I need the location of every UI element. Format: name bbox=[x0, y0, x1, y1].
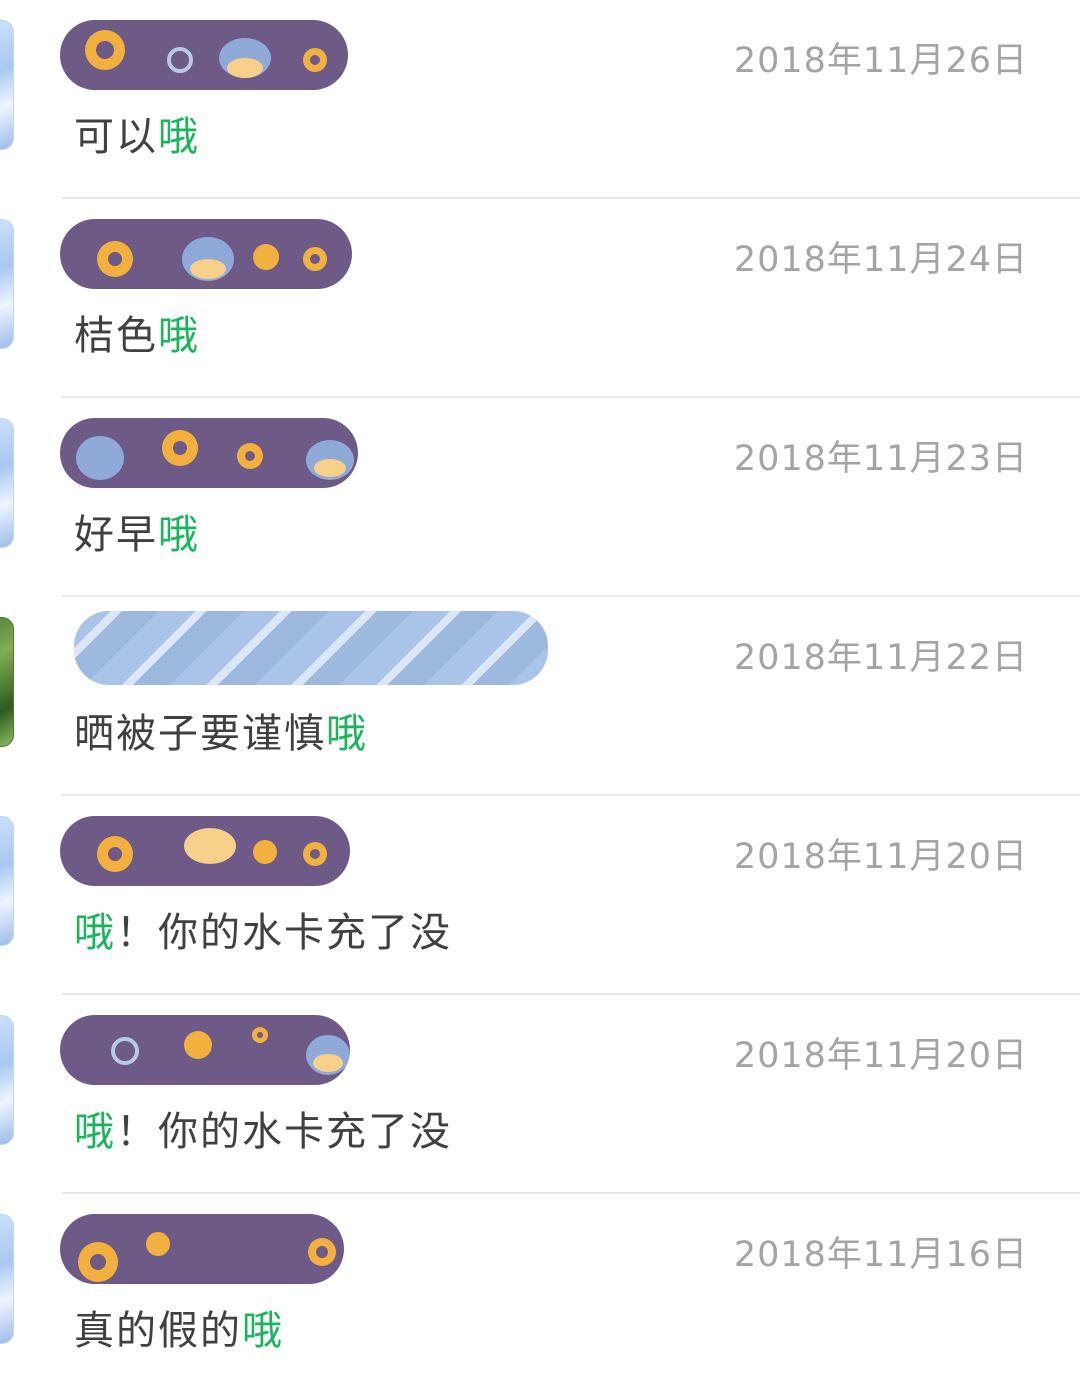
highlight-keyword: 哦 bbox=[74, 910, 116, 956]
redacted-username bbox=[60, 418, 358, 488]
redacted-username bbox=[60, 20, 348, 90]
highlight-keyword: 哦 bbox=[158, 114, 200, 160]
redaction-pattern-icon bbox=[97, 828, 327, 872]
comment-text: 真的假的哦 bbox=[74, 1308, 284, 1354]
comment-row[interactable]: 2018年11月20日 哦！你的水卡充了没 bbox=[0, 995, 1080, 1194]
comment-row[interactable]: 2018年11月22日 晒被子要谨慎哦 bbox=[0, 597, 1080, 796]
comment-text: 桔色哦 bbox=[74, 313, 200, 359]
comment-row[interactable]: 2018年11月20日 哦！你的水卡充了没 bbox=[0, 796, 1080, 995]
redacted-username bbox=[60, 816, 350, 886]
avatar[interactable] bbox=[0, 1214, 14, 1344]
avatar[interactable] bbox=[0, 617, 14, 747]
comment-text: 哦！你的水卡充了没 bbox=[74, 910, 452, 956]
comment-list: 2018年11月26日 可以哦 2018年11月24日 桔色哦 2018年11月… bbox=[0, 0, 1080, 1354]
highlight-keyword: 哦 bbox=[242, 1308, 284, 1354]
comment-date: 2018年11月20日 bbox=[733, 1036, 1028, 1076]
comment-text: 可以哦 bbox=[74, 114, 200, 160]
highlight-keyword: 哦 bbox=[326, 711, 368, 757]
redaction-pattern-icon bbox=[76, 430, 354, 480]
comment-date: 2018年11月16日 bbox=[733, 1235, 1028, 1275]
comment-date: 2018年11月26日 bbox=[733, 41, 1028, 81]
avatar[interactable] bbox=[0, 418, 14, 548]
redaction-pattern-icon bbox=[78, 1232, 336, 1282]
comment-row[interactable]: 2018年11月23日 好早哦 bbox=[0, 398, 1080, 597]
highlight-keyword: 哦 bbox=[158, 313, 200, 359]
comment-row[interactable]: 2018年11月16日 真的假的哦 bbox=[0, 1194, 1080, 1393]
redaction-pattern-icon bbox=[85, 30, 327, 78]
redacted-username bbox=[74, 611, 548, 685]
avatar[interactable] bbox=[0, 816, 14, 946]
comment-text: 晒被子要谨慎哦 bbox=[74, 711, 368, 757]
avatar[interactable] bbox=[0, 20, 14, 150]
redacted-username bbox=[60, 219, 352, 289]
comment-date: 2018年11月23日 bbox=[733, 439, 1028, 479]
comment-row[interactable]: 2018年11月26日 可以哦 bbox=[0, 0, 1080, 199]
comment-date: 2018年11月22日 bbox=[733, 638, 1028, 678]
avatar[interactable] bbox=[0, 1015, 14, 1145]
comment-text: 好早哦 bbox=[74, 512, 200, 558]
avatar[interactable] bbox=[0, 219, 14, 349]
comment-date: 2018年11月24日 bbox=[733, 240, 1028, 280]
comment-row[interactable]: 2018年11月24日 桔色哦 bbox=[0, 199, 1080, 398]
comment-date: 2018年11月20日 bbox=[733, 837, 1028, 877]
highlight-keyword: 哦 bbox=[158, 512, 200, 558]
highlight-keyword: 哦 bbox=[74, 1109, 116, 1155]
redaction-pattern-icon bbox=[111, 1027, 350, 1075]
comment-text: 哦！你的水卡充了没 bbox=[74, 1109, 452, 1155]
redaction-pattern-icon bbox=[97, 237, 327, 281]
redacted-username bbox=[60, 1214, 344, 1284]
redacted-username bbox=[60, 1015, 350, 1085]
